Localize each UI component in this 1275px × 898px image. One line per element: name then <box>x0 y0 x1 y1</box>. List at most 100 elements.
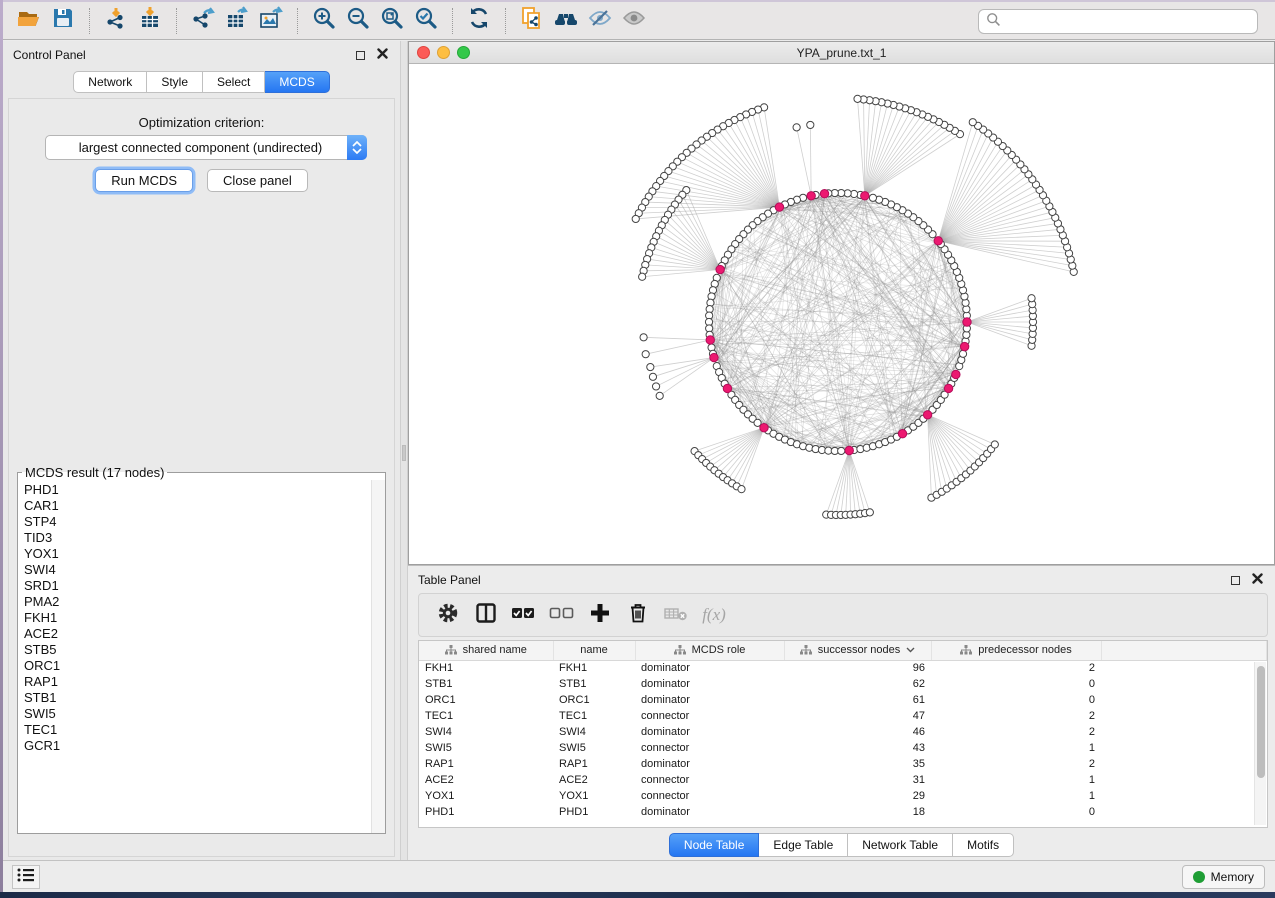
dominator-node[interactable] <box>775 203 783 211</box>
cell-shared-name[interactable]: YOX1 <box>419 788 553 804</box>
import-table-button[interactable] <box>133 6 167 36</box>
cell-predecessors[interactable]: 0 <box>931 692 1101 708</box>
show-all-button[interactable] <box>617 6 651 36</box>
cell-filler[interactable] <box>1101 788 1267 804</box>
cell-predecessors[interactable]: 0 <box>931 804 1101 820</box>
close-table-panel-button[interactable] <box>1249 572 1265 588</box>
column-header-shared-name[interactable]: shared name <box>419 641 553 660</box>
network-node[interactable] <box>656 392 663 399</box>
cell-predecessors[interactable]: 2 <box>931 660 1101 676</box>
cell-shared-name[interactable]: SWI5 <box>419 740 553 756</box>
column-header-name[interactable]: name <box>553 641 635 660</box>
mcds-result-item[interactable]: ACE2 <box>24 626 371 642</box>
export-network-button[interactable] <box>186 6 220 36</box>
dominator-node[interactable] <box>845 446 853 454</box>
cell-successors[interactable]: 62 <box>784 676 931 692</box>
dominator-node[interactable] <box>723 384 731 392</box>
mcds-result-item[interactable]: SRD1 <box>24 578 371 594</box>
network-node[interactable] <box>869 194 876 201</box>
cell-mcds-role[interactable]: dominator <box>635 676 784 692</box>
cell-predecessors[interactable]: 0 <box>931 676 1101 692</box>
table-scrollbar-thumb[interactable] <box>1257 666 1265 778</box>
network-node[interactable] <box>991 441 998 448</box>
mcds-result-item[interactable]: SWI5 <box>24 706 371 722</box>
cell-successors[interactable]: 18 <box>784 804 931 820</box>
table-scrollbar[interactable] <box>1254 662 1266 825</box>
cell-name[interactable]: SWI5 <box>553 740 635 756</box>
zoom-in-button[interactable] <box>307 6 341 36</box>
dominator-node[interactable] <box>923 411 931 419</box>
column-header-mcds-role[interactable]: MCDS role <box>635 641 784 660</box>
cell-name[interactable]: SWI4 <box>553 724 635 740</box>
network-node[interactable] <box>632 215 639 222</box>
tab-mcds[interactable]: MCDS <box>265 71 329 93</box>
cell-predecessors[interactable]: 1 <box>931 772 1101 788</box>
dominator-node[interactable] <box>706 336 714 344</box>
cell-successors[interactable]: 35 <box>784 756 931 772</box>
mcds-result-item[interactable]: CAR1 <box>24 498 371 514</box>
mcds-result-item[interactable]: TEC1 <box>24 722 371 738</box>
cell-mcds-role[interactable]: connector <box>635 708 784 724</box>
search-input[interactable] <box>1001 15 1250 29</box>
table-row[interactable]: PHD1PHD1dominator180 <box>419 804 1267 820</box>
tab-network[interactable]: Network <box>73 71 147 93</box>
dominator-node[interactable] <box>952 370 960 378</box>
network-node[interactable] <box>640 334 647 341</box>
memory-button[interactable]: Memory <box>1182 865 1265 889</box>
network-node[interactable] <box>639 273 646 280</box>
cell-successors[interactable]: 46 <box>784 724 931 740</box>
log-console-button[interactable] <box>12 865 40 889</box>
cell-successors[interactable]: 47 <box>784 708 931 724</box>
node-table[interactable]: shared name name MCDS role successor nod… <box>419 641 1267 820</box>
network-node[interactable] <box>647 363 654 370</box>
mcds-result-item[interactable]: PMA2 <box>24 594 371 610</box>
network-node[interactable] <box>854 95 861 102</box>
refresh-view-button[interactable] <box>462 6 496 36</box>
tab-network-table[interactable]: Network Table <box>848 833 953 857</box>
open-file-button[interactable] <box>12 6 46 36</box>
cell-shared-name[interactable]: ACE2 <box>419 772 553 788</box>
cell-successors[interactable]: 43 <box>784 740 931 756</box>
cell-mcds-role[interactable]: connector <box>635 788 784 804</box>
table-row[interactable]: FKH1FKH1dominator962 <box>419 660 1267 676</box>
cell-shared-name[interactable]: SWI4 <box>419 724 553 740</box>
cell-shared-name[interactable]: STB1 <box>419 676 553 692</box>
cell-filler[interactable] <box>1101 676 1267 692</box>
tab-node-table[interactable]: Node Table <box>669 833 760 857</box>
select-all-columns-button[interactable] <box>509 600 539 630</box>
cell-mcds-role[interactable]: dominator <box>635 804 784 820</box>
network-node[interactable] <box>793 124 800 131</box>
cell-shared-name[interactable]: ORC1 <box>419 692 553 708</box>
table-settings-button[interactable] <box>433 600 463 630</box>
network-node[interactable] <box>969 119 976 126</box>
cell-filler[interactable] <box>1101 708 1267 724</box>
close-panel-button[interactable] <box>374 47 390 63</box>
function-builder-button[interactable]: f(x) <box>699 600 729 630</box>
delete-table-button[interactable] <box>661 600 691 630</box>
cell-predecessors[interactable]: 2 <box>931 724 1101 740</box>
cell-successors[interactable]: 61 <box>784 692 931 708</box>
dominator-node[interactable] <box>716 265 724 273</box>
cell-name[interactable]: ACE2 <box>553 772 635 788</box>
network-node[interactable] <box>838 447 845 454</box>
cell-predecessors[interactable]: 1 <box>931 788 1101 804</box>
column-header-successor-nodes[interactable]: successor nodes <box>784 641 931 660</box>
cell-mcds-role[interactable]: dominator <box>635 756 784 772</box>
cell-filler[interactable] <box>1101 692 1267 708</box>
network-node[interactable] <box>866 509 873 516</box>
tab-motifs[interactable]: Motifs <box>953 833 1014 857</box>
column-header-predecessor-nodes[interactable]: predecessor nodes <box>931 641 1101 660</box>
new-network-from-selection-button[interactable] <box>515 6 549 36</box>
cell-mcds-role[interactable]: dominator <box>635 660 784 676</box>
export-table-button[interactable] <box>220 6 254 36</box>
vertical-splitter[interactable] <box>400 41 408 862</box>
mcds-result-item[interactable]: SWI4 <box>24 562 371 578</box>
tab-edge-table[interactable]: Edge Table <box>759 833 848 857</box>
tab-style[interactable]: Style <box>147 71 203 93</box>
network-node[interactable] <box>738 486 745 493</box>
cell-shared-name[interactable]: TEC1 <box>419 708 553 724</box>
network-node[interactable] <box>1028 295 1035 302</box>
cell-name[interactable]: RAP1 <box>553 756 635 772</box>
criterion-dropdown[interactable]: largest connected component (undirected) <box>45 135 367 160</box>
mcds-result-item[interactable]: PHD1 <box>24 482 371 498</box>
